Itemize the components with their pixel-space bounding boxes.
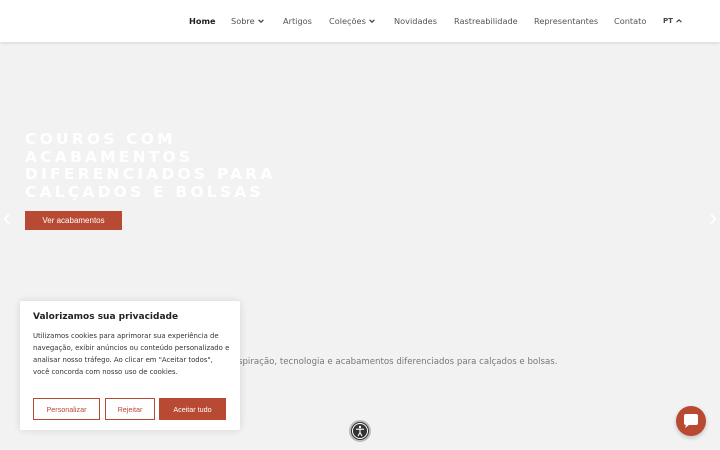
hero-description: spiração, tecnologia e acabamentos difer… — [238, 357, 558, 367]
chevron-down-icon — [369, 19, 375, 24]
reject-cookies-button[interactable]: Rejeitar — [105, 398, 155, 420]
hero-title-line: COUROS COM — [25, 130, 176, 148]
nav-rastreabilidade-link[interactable]: Rastreabilidade — [454, 16, 518, 26]
nav-home-label: Home — [189, 16, 216, 26]
site-header: Home Sobre Artigos Coleções Novidades Ra… — [0, 0, 720, 42]
hero-title-line: DIFERENCIADOS PARA — [25, 165, 276, 183]
language-switcher[interactable]: PT — [663, 17, 683, 25]
nav-artigos-link[interactable]: Artigos — [283, 16, 312, 26]
accessibility-button[interactable] — [349, 420, 371, 442]
customize-cookies-button[interactable]: Personalizar — [33, 398, 100, 420]
nav-artigos-label: Artigos — [283, 16, 312, 26]
accessibility-icon — [352, 423, 368, 439]
nav-novidades-label: Novidades — [394, 16, 437, 26]
nav-contato-label: Contato — [614, 16, 647, 26]
nav-representantes-link[interactable]: Representantes — [534, 16, 598, 26]
hero-title-line: ACABAMENTOS — [25, 147, 194, 166]
nav-sobre-link[interactable]: Sobre — [231, 16, 265, 26]
nav-rastreabilidade-label: Rastreabilidade — [454, 16, 518, 26]
language-label: PT — [663, 17, 673, 25]
chat-icon — [684, 414, 698, 428]
nav-representantes-label: Representantes — [534, 16, 599, 26]
cookie-consent-banner: Valorizamos sua privacidade Utilizamos c… — [20, 301, 240, 430]
cookie-text: Utilizamos cookies para aprimorar sua ex… — [33, 332, 230, 376]
nav-contato-link[interactable]: Contato — [614, 16, 646, 26]
nav-novidades-link[interactable]: Novidades — [394, 16, 437, 26]
chevron-left-icon[interactable] — [2, 212, 12, 226]
hero-title-line: CALÇADOS E BOLSAS — [25, 182, 264, 201]
chevron-down-icon — [257, 19, 264, 24]
accept-cookies-button[interactable]: Aceitar tudo — [159, 398, 226, 420]
nav-colecoes-label: Coleções — [329, 16, 366, 26]
view-finishes-button[interactable]: Ver acabamentos — [25, 211, 122, 230]
nav-home-link[interactable]: Home — [189, 16, 216, 26]
cookie-title: Valorizamos sua privacidade — [33, 312, 179, 322]
chat-button[interactable] — [676, 406, 706, 436]
hero-title: COUROS COM ACABAMENTOS DIFERENCIADOS PAR… — [25, 130, 285, 201]
nav-sobre-label: Sobre — [231, 16, 255, 26]
nav-colecoes-link[interactable]: Coleções — [329, 16, 376, 26]
chevron-right-icon[interactable] — [708, 212, 718, 226]
chevron-up-icon — [676, 19, 682, 23]
